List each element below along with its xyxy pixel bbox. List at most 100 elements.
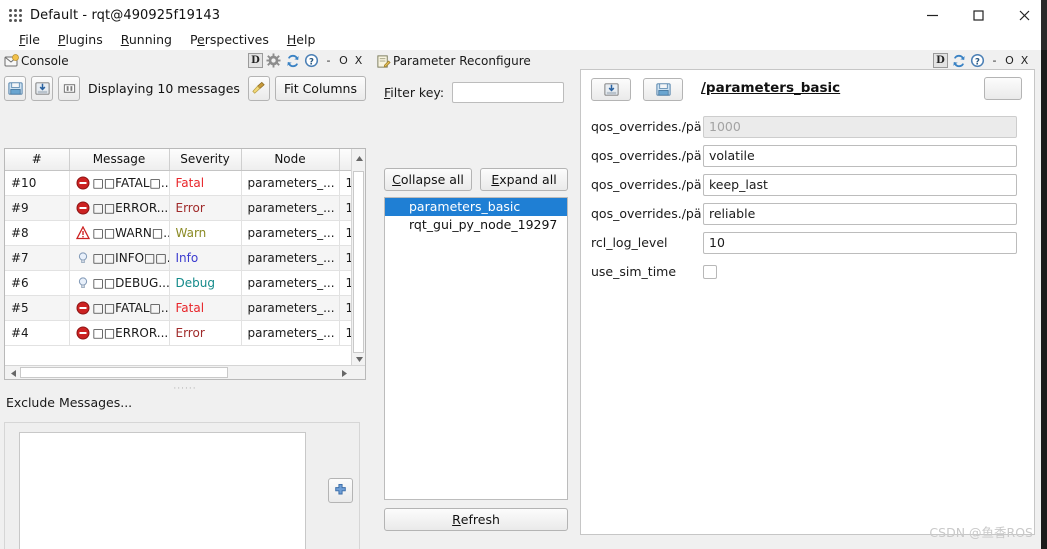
- table-row[interactable]: #5 □□FATAL□... Fatal parameters_... 1:: [5, 295, 353, 320]
- menu-plugins[interactable]: Plugins: [49, 30, 112, 50]
- scroll-right-icon[interactable]: [337, 366, 351, 380]
- message-count-label: Displaying 10 messages: [88, 81, 240, 96]
- reload-icon[interactable]: [950, 52, 967, 69]
- console-maximize-button[interactable]: O: [337, 54, 350, 67]
- parameter-value-field[interactable]: keep_last: [703, 174, 1017, 196]
- add-exclude-filter-button[interactable]: [328, 478, 353, 503]
- cell-severity: Error: [169, 320, 241, 345]
- node-list-item-rqt-gui-py-node[interactable]: rqt_gui_py_node_19297: [385, 216, 567, 234]
- cell-severity: Fatal: [169, 170, 241, 195]
- column-header-severity[interactable]: Severity: [169, 149, 241, 170]
- table-vscroll-thumb[interactable]: [353, 171, 364, 353]
- parameter-row: qos_overrides./pä volatile: [591, 141, 1026, 170]
- menu-running-label: R: [121, 32, 129, 47]
- menu-perspectives-label: e: [197, 32, 205, 47]
- save-parameters-button[interactable]: [643, 78, 683, 101]
- parameter-editor-toolbar: [591, 78, 683, 101]
- console-minimize-button[interactable]: -: [322, 54, 335, 67]
- refresh-button[interactable]: Refresh: [384, 508, 568, 531]
- menu-perspectives[interactable]: Perspectives: [181, 30, 278, 50]
- column-header-message[interactable]: Message: [69, 149, 169, 170]
- console-toolbar: Displaying 10 messages Fit Columns: [4, 74, 366, 102]
- clear-messages-button[interactable]: [248, 76, 270, 101]
- gear-icon[interactable]: [265, 52, 282, 69]
- expand-mnemonic: E: [491, 172, 499, 187]
- cell-node: parameters_...: [241, 195, 339, 220]
- menu-plugins-rest: lugins: [65, 32, 102, 47]
- parameter-value-field[interactable]: volatile: [703, 145, 1017, 167]
- column-header-node[interactable]: Node: [241, 149, 339, 170]
- maximize-button[interactable]: [955, 0, 1001, 30]
- console-dock-icon[interactable]: D: [248, 53, 263, 68]
- reload-icon[interactable]: [284, 52, 301, 69]
- help-icon[interactable]: ?: [969, 52, 986, 69]
- menu-file[interactable]: File: [10, 30, 49, 50]
- scroll-left-icon[interactable]: [6, 366, 20, 380]
- help-icon[interactable]: ?: [303, 52, 320, 69]
- fatal-icon: [76, 176, 90, 190]
- rqt-application-window: Default - rqt@490925f19143 File Plugins …: [0, 0, 1047, 549]
- messages-table[interactable]: # Message Severity Node #10 □□FATAL□... …: [4, 148, 366, 380]
- param-dock-icon[interactable]: D: [933, 53, 948, 68]
- node-list-item-parameters-basic[interactable]: parameters_basic: [385, 198, 567, 216]
- cell-message: □□ERROR...: [69, 320, 169, 345]
- console-close-button[interactable]: X: [352, 54, 365, 67]
- save-messages-button[interactable]: [4, 76, 26, 101]
- window-right-edge-top: [1041, 0, 1047, 50]
- load-parameters-button[interactable]: [591, 78, 631, 101]
- param-maximize-button[interactable]: O: [1003, 54, 1016, 67]
- param-panel-title: Parameter Reconfigure: [393, 54, 531, 68]
- table-vertical-scrollbar[interactable]: [351, 149, 365, 379]
- cell-message: □□FATAL□...: [69, 170, 169, 195]
- exclude-messages-list[interactable]: [19, 432, 306, 549]
- table-row[interactable]: #9 □□ERROR... Error parameters_... 1:: [5, 195, 353, 220]
- table-horizontal-scrollbar[interactable]: [5, 365, 365, 379]
- use-sim-time-checkbox[interactable]: [703, 265, 717, 279]
- menu-running[interactable]: Running: [112, 30, 181, 50]
- pause-button[interactable]: [58, 76, 80, 101]
- parameter-value-field[interactable]: reliable: [703, 203, 1017, 225]
- cell-node: parameters_...: [241, 270, 339, 295]
- column-header-index[interactable]: #: [5, 149, 69, 170]
- menu-help[interactable]: Help: [278, 30, 325, 50]
- parameter-menu-button[interactable]: [984, 77, 1022, 100]
- parameter-editor-area: /parameters_basic qos_overrides./pä 1000…: [580, 69, 1035, 535]
- cell-message-text: □□ERROR...: [93, 201, 169, 215]
- table-row[interactable]: #4 □□ERROR... Error parameters_... 1:: [5, 320, 353, 345]
- table-row[interactable]: #10 □□FATAL□... Fatal parameters_... 1:: [5, 170, 353, 195]
- table-hscroll-thumb[interactable]: [20, 367, 228, 378]
- table-row[interactable]: #7 □□INFO□□... Info parameters_... 1:: [5, 245, 353, 270]
- window-grip-icon: [8, 8, 22, 22]
- collapse-all-button[interactable]: Collapse all: [384, 168, 472, 191]
- table-row[interactable]: #8 □□WARN□... Warn parameters_... 1:: [5, 220, 353, 245]
- param-close-button[interactable]: X: [1018, 54, 1031, 67]
- cell-node: parameters_...: [241, 245, 339, 270]
- collapse-expand-row: Collapse all Expand all: [384, 168, 568, 191]
- table-row[interactable]: #6 □□DEBUG... Debug parameters_... 1:: [5, 270, 353, 295]
- parameter-value-field[interactable]: 1000: [703, 116, 1017, 138]
- scroll-down-icon[interactable]: [352, 352, 366, 366]
- splitter-handle-top[interactable]: ······: [150, 384, 220, 394]
- scroll-up-icon[interactable]: [352, 151, 366, 165]
- parameter-label: qos_overrides./pä: [591, 177, 703, 192]
- cell-message: □□DEBUG...: [69, 270, 169, 295]
- console-icon: [4, 54, 19, 69]
- parameter-label: rcl_log_level: [591, 235, 703, 250]
- cell-message: □□ERROR...: [69, 195, 169, 220]
- window-controls: [909, 0, 1047, 30]
- load-messages-button[interactable]: [31, 76, 53, 101]
- minimize-button[interactable]: [909, 0, 955, 30]
- menu-perspectives-pre: P: [190, 32, 197, 47]
- exclude-messages-section: [4, 422, 360, 549]
- window-titlebar: Default - rqt@490925f19143: [0, 0, 1047, 30]
- parameter-node-title: /parameters_basic: [701, 80, 840, 96]
- param-minimize-button[interactable]: -: [988, 54, 1001, 67]
- filter-key-input[interactable]: [452, 82, 564, 103]
- parameter-row: qos_overrides./pä reliable: [591, 199, 1026, 228]
- collapse-mnemonic: C: [392, 172, 401, 187]
- filter-key-label: Filter key:: [384, 85, 444, 100]
- node-list[interactable]: parameters_basic rqt_gui_py_node_19297: [384, 197, 568, 500]
- expand-all-button[interactable]: Expand all: [480, 168, 568, 191]
- parameter-value-field[interactable]: 10: [703, 232, 1017, 254]
- fit-columns-button[interactable]: Fit Columns: [275, 76, 366, 101]
